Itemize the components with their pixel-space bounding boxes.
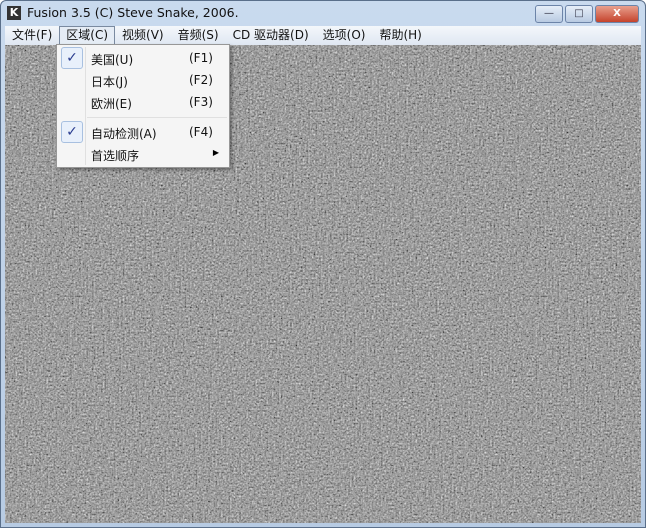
shortcut-label: (F2) <box>189 73 213 87</box>
shortcut-label: (F1) <box>189 51 213 65</box>
menu-item-label: 美国(U) <box>91 53 134 67</box>
menu-video[interactable]: 视频(V) <box>115 26 171 45</box>
menu-item-auto-detect[interactable]: ✓ 自动检测(A) (F4) <box>59 121 227 143</box>
menu-item-label: 欧洲(E) <box>91 97 132 111</box>
region-dropdown-menu: ✓ 美国(U) (F1) 日本(J) (F2) 欧洲(E) (F3) ✓ 自动检… <box>56 44 230 168</box>
menu-options[interactable]: 选项(O) <box>316 26 373 45</box>
menu-bar: 文件(F) 区域(C) 视频(V) 音频(S) CD 驱动器(D) 选项(O) … <box>5 26 641 45</box>
title-bar[interactable]: K Fusion 3.5 (C) Steve Snake, 2006. — □ … <box>1 1 645 25</box>
menu-item-preferred-order[interactable]: 首选顺序 ▶ <box>59 143 227 165</box>
shortcut-label: (F4) <box>189 125 213 139</box>
menu-help[interactable]: 帮助(H) <box>372 26 428 45</box>
menu-cd-drive[interactable]: CD 驱动器(D) <box>226 26 316 45</box>
menu-item-japan[interactable]: 日本(J) (F2) <box>59 69 227 91</box>
maximize-button[interactable]: □ <box>565 5 593 23</box>
minimize-button[interactable]: — <box>535 5 563 23</box>
menu-file[interactable]: 文件(F) <box>5 26 59 45</box>
menu-item-usa[interactable]: ✓ 美国(U) (F1) <box>59 47 227 69</box>
window-title: Fusion 3.5 (C) Steve Snake, 2006. <box>27 5 239 20</box>
close-button[interactable]: X <box>595 5 639 23</box>
menu-item-label: 自动检测(A) <box>91 127 157 141</box>
menu-item-label: 首选顺序 <box>91 149 140 163</box>
check-icon: ✓ <box>61 47 83 69</box>
submenu-arrow-icon: ▶ <box>212 148 219 157</box>
menu-item-label: 日本(J) <box>91 75 128 89</box>
menu-region[interactable]: 区域(C) <box>59 26 116 45</box>
menu-item-europe[interactable]: 欧洲(E) (F3) <box>59 91 227 113</box>
menu-separator <box>87 117 227 118</box>
menu-audio[interactable]: 音频(S) <box>171 26 226 45</box>
shortcut-label: (F3) <box>189 95 213 109</box>
app-icon: K <box>7 6 21 20</box>
check-icon: ✓ <box>61 121 83 143</box>
